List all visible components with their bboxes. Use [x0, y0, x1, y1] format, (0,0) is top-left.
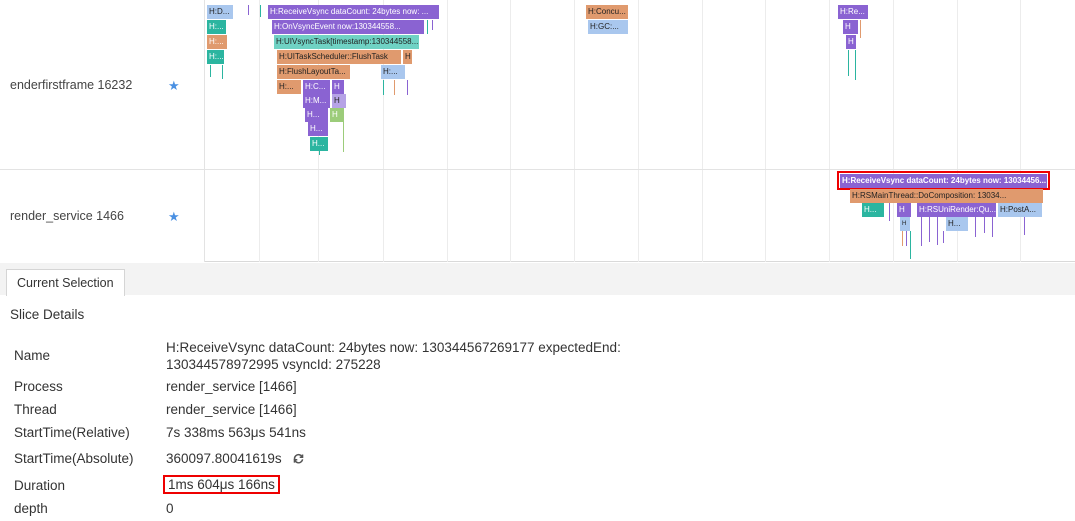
star-icon[interactable]: ★	[168, 78, 180, 94]
slice[interactable]: H	[332, 94, 346, 108]
slice-tick	[260, 5, 261, 17]
slice: H	[900, 217, 910, 231]
slice-tick	[432, 20, 433, 30]
selection-highlight-box	[837, 171, 1050, 190]
slice-tick	[889, 203, 890, 221]
slice-tick	[984, 217, 985, 233]
slice[interactable]: H:...	[207, 35, 227, 49]
detail-key: Thread	[14, 402, 57, 417]
row-name: enderfirstframe 16232	[10, 78, 133, 92]
slice-tick	[848, 50, 849, 76]
slice[interactable]: H:...	[207, 20, 226, 34]
duration-highlight-box: 1ms 604μs 166ns	[163, 475, 280, 494]
slice-receive-vsync[interactable]: H:ReceiveVsync dataCount: 24bytes now: .…	[268, 5, 439, 19]
slice-uivsync[interactable]: H:UIVsyncTask[timestamp:130344558...	[274, 35, 419, 49]
slice[interactable]: H:...	[207, 50, 224, 64]
slice-tick	[394, 80, 395, 95]
slice-tick	[248, 5, 249, 15]
slice[interactable]: H:PostA...	[998, 203, 1042, 217]
slice-tick	[937, 217, 938, 245]
slice-tick	[906, 231, 907, 246]
thread-row-enderfirstframe[interactable]: enderfirstframe 16232 ★ H:D... H:... H:.…	[0, 0, 1075, 170]
slice[interactable]: H...	[862, 203, 884, 217]
slice-tick	[992, 217, 993, 237]
detail-value: 0	[166, 501, 174, 516]
slice-tick	[1024, 217, 1025, 235]
slice[interactable]: H	[897, 203, 911, 217]
section-title: Slice Details	[10, 307, 85, 322]
detail-value: render_service [1466]	[166, 402, 297, 417]
slice[interactable]: H:...	[381, 65, 405, 79]
slice-tick	[222, 65, 223, 79]
detail-key: Process	[14, 379, 63, 394]
trace-timeline[interactable]: enderfirstframe 16232 ★ H:D... H:... H:.…	[0, 0, 1075, 262]
row-label: enderfirstframe 16232 ★	[0, 0, 205, 169]
slice-tick	[407, 80, 408, 95]
slice-tick	[210, 65, 211, 77]
slice-tick	[855, 50, 856, 80]
slice-uitask[interactable]: H:UITaskScheduler::FlushTask	[277, 50, 401, 64]
slice-onvsync[interactable]: H:OnVsyncEvent now:130344558...	[272, 20, 424, 34]
slice[interactable]: H:M...	[303, 94, 330, 108]
slice[interactable]: H...	[310, 137, 328, 151]
slice-tick	[860, 20, 861, 38]
detail-key: StartTime(Relative)	[14, 425, 130, 440]
slice[interactable]: H...	[946, 217, 968, 231]
slice-tick	[921, 217, 922, 246]
star-icon[interactable]: ★	[168, 209, 180, 225]
detail-value: 1ms 604μs 166ns	[168, 477, 275, 492]
tab-bar: Current Selection	[0, 263, 1075, 296]
slice-tick	[902, 231, 903, 246]
slice-flushlayout[interactable]: H:FlushLayoutTa...	[277, 65, 350, 79]
slice[interactable]: H:C...	[303, 80, 330, 94]
slice-tick	[943, 231, 944, 243]
slice[interactable]: H	[330, 108, 344, 122]
slice[interactable]: H:D...	[207, 5, 233, 19]
slice[interactable]: H:...	[277, 80, 301, 94]
detail-value: 7s 338ms 563μs 541ns	[166, 425, 306, 440]
slice[interactable]: H...	[305, 108, 328, 122]
slice[interactable]: H...	[308, 122, 328, 136]
detail-value: H:ReceiveVsync dataCount: 24bytes now: 1…	[166, 340, 621, 372]
slice-rsmain[interactable]: H:RSMainThread::DoComposition: 13034...	[850, 189, 1043, 203]
slice-tick	[383, 80, 384, 95]
detail-key: StartTime(Absolute)	[14, 451, 134, 466]
row-name: render_service 1466	[10, 209, 124, 223]
slice-tick	[910, 231, 911, 259]
slice[interactable]: H:GC:...	[588, 20, 628, 34]
detail-key: Name	[14, 348, 51, 363]
detail-key: Duration	[14, 478, 66, 493]
detail-key: depth	[14, 501, 48, 516]
slice-rsunirender[interactable]: H:RSUniRender:Qu...	[917, 203, 996, 217]
row-label: render_service 1466 ★	[0, 170, 205, 262]
slice[interactable]: H	[403, 50, 412, 64]
slice: H	[846, 35, 856, 49]
detail-value: render_service [1466]	[166, 379, 297, 394]
refresh-icon[interactable]	[292, 452, 305, 465]
details-panel: Current Selection Slice Details Name H:R…	[0, 263, 1075, 521]
detail-value: 360097.80041619s	[166, 451, 282, 466]
detail-value-wrap: 360097.80041619s	[166, 451, 305, 466]
thread-row-render-service[interactable]: render_service 1466 ★ H:ReceiveVsync dat…	[0, 170, 1075, 262]
tab-current-selection[interactable]: Current Selection	[6, 269, 125, 296]
slice[interactable]: H:Re...	[838, 5, 868, 19]
slice[interactable]: H	[332, 80, 344, 94]
slice: H	[843, 20, 858, 34]
slice-tick	[319, 151, 320, 155]
slice-tick	[343, 122, 344, 152]
slice-tick	[975, 217, 976, 237]
slice-tick	[427, 20, 428, 34]
slice-tick	[929, 217, 930, 242]
slice[interactable]: H:Concu...	[586, 5, 628, 19]
